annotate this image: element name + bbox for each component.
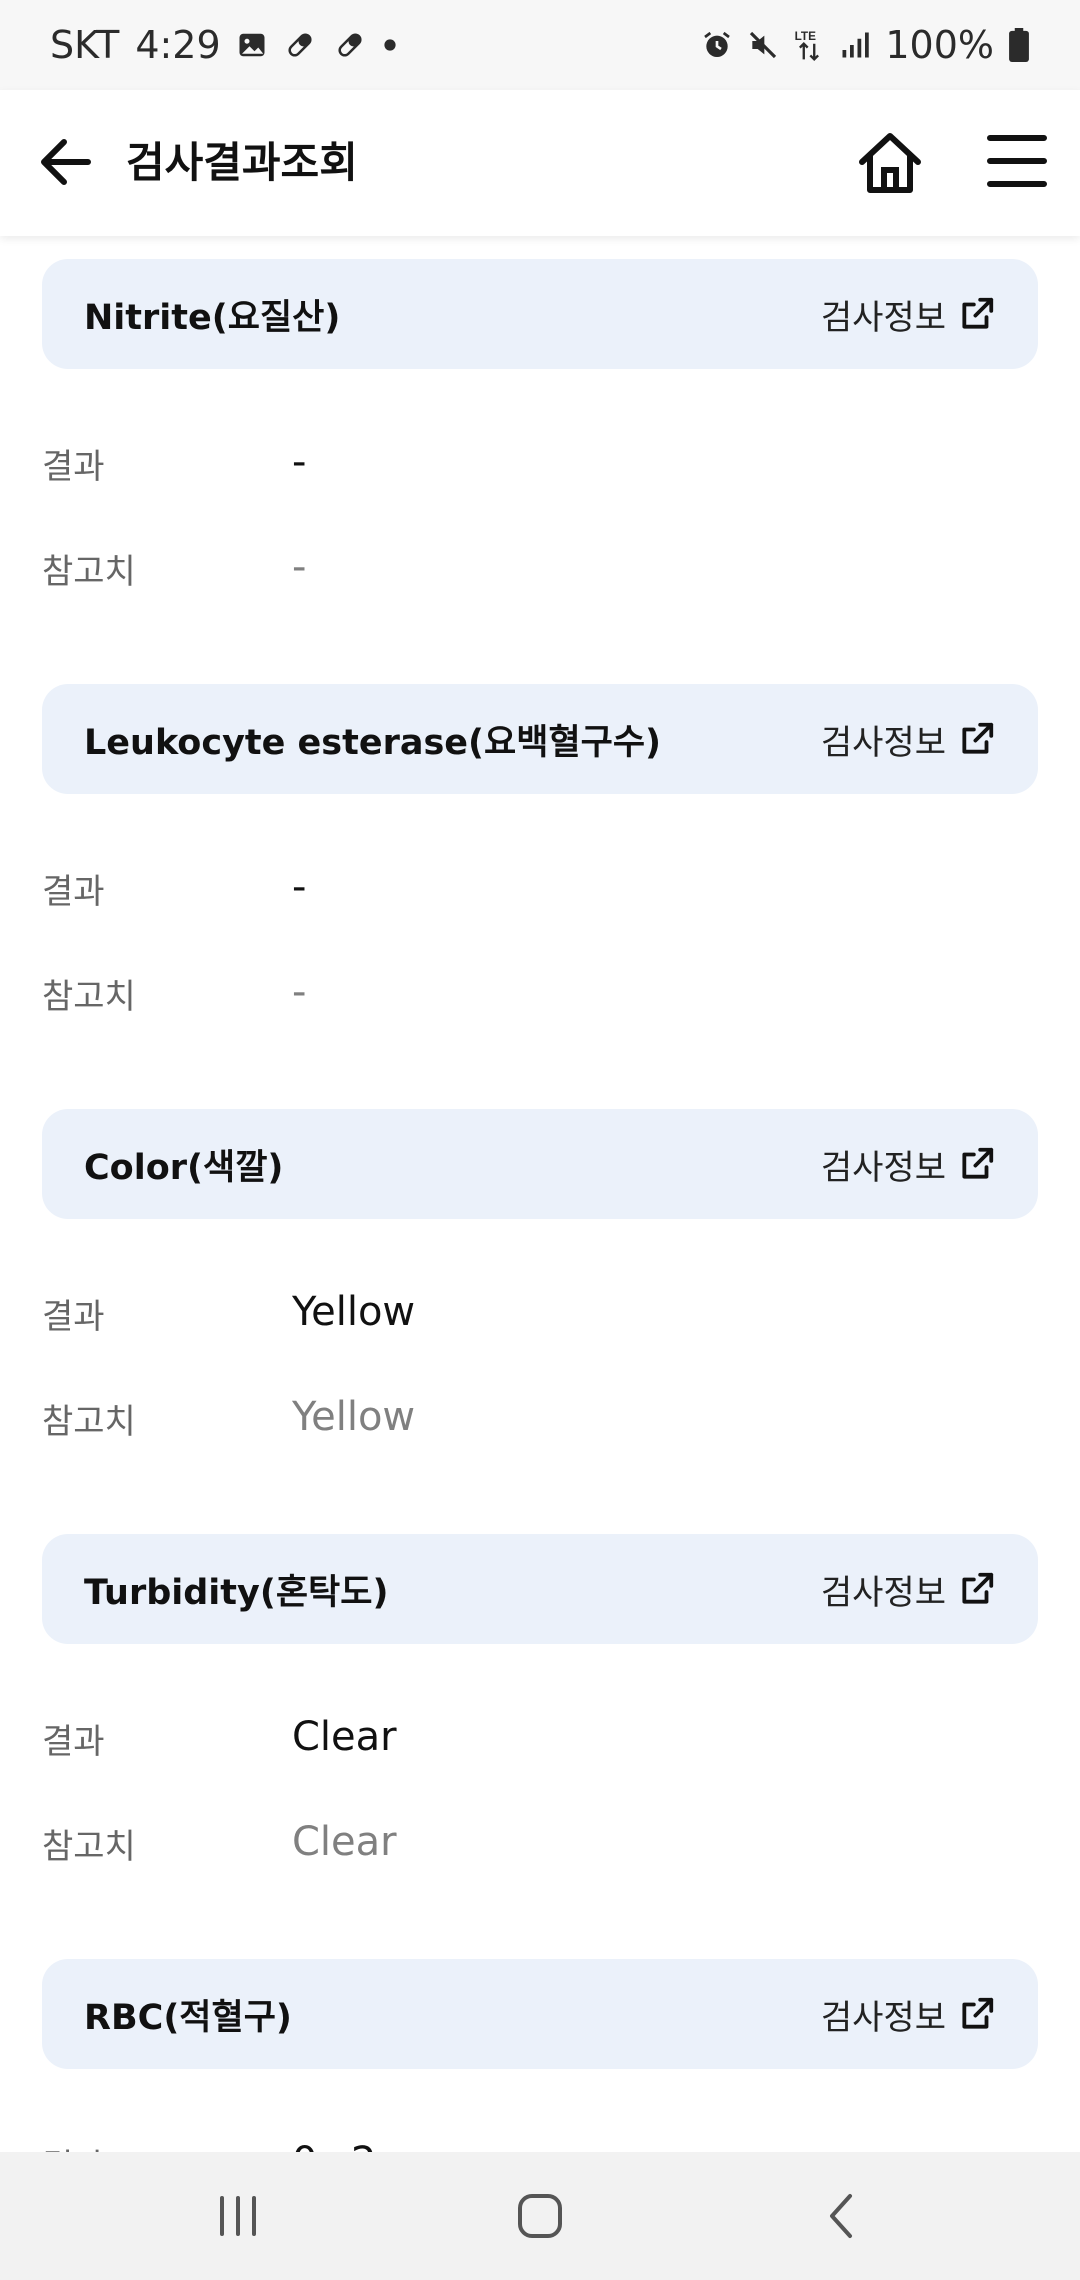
reference-row: 참고치 - [42, 969, 1038, 1029]
menu-button[interactable] [986, 128, 1048, 194]
test-info-label: 검사정보 [820, 1147, 946, 1188]
reference-value: - [292, 969, 307, 1015]
reference-label: 참고치 [42, 1402, 136, 1442]
test-card: Leukocyte esterase(요백혈구수) 검사정보 결과 - 참고치 … [0, 661, 1080, 1086]
test-info-link[interactable]: 검사정보 [821, 1990, 996, 2039]
home-icon [859, 133, 921, 193]
result-value: 0~2 [292, 2139, 376, 2152]
result-value: Yellow [292, 1289, 416, 1335]
page-title: 검사결과조회 [126, 138, 358, 187]
test-info-link[interactable]: 검사정보 [821, 1140, 996, 1189]
reference-row: 참고치 - [42, 544, 1038, 604]
signal-icon [839, 30, 871, 60]
test-name: RBC(적혈구) [84, 1997, 292, 2038]
reference-label: 참고치 [42, 1827, 136, 1867]
result-row: 결과 0~2 [42, 2139, 1038, 2152]
external-link-icon [962, 722, 994, 754]
test-name: Nitrite(요질산) [84, 297, 341, 338]
result-value: - [292, 439, 307, 485]
result-label: 결과 [42, 1722, 105, 1762]
test-info-label: 검사정보 [820, 1572, 946, 1613]
pill-icon [283, 30, 317, 60]
gallery-icon [237, 30, 267, 60]
external-link-icon [962, 1147, 994, 1179]
test-card: Nitrite(요질산) 검사정보 결과 - 참고치 - [0, 236, 1080, 661]
arrow-left-icon [41, 139, 91, 185]
test-info-link[interactable]: 검사정보 [821, 290, 996, 339]
test-info-label: 검사정보 [820, 297, 946, 338]
mute-icon [747, 29, 779, 61]
back-button-icon [830, 2194, 852, 2238]
svg-text:LTE: LTE [795, 30, 816, 43]
result-label: 결과 [42, 447, 105, 487]
result-label: 결과 [42, 1297, 105, 1337]
time-label: 4:29 [135, 23, 221, 67]
test-info-label: 검사정보 [820, 1997, 946, 2038]
test-card-header: Color(색깔) 검사정보 [42, 1109, 1038, 1219]
recent-apps-icon [220, 2196, 256, 2236]
test-info-label: 검사정보 [820, 722, 946, 763]
alarm-icon [701, 29, 733, 61]
lte-icon: LTE [793, 28, 825, 62]
system-home-button[interactable] [508, 2184, 572, 2248]
reference-row: 참고치 Yellow [42, 1394, 1038, 1454]
test-card-header: Nitrite(요질산) 검사정보 [42, 259, 1038, 369]
result-row: 결과 - [42, 439, 1038, 499]
test-info-link[interactable]: 검사정보 [821, 1565, 996, 1614]
external-link-icon [962, 297, 994, 329]
home-button[interactable] [854, 126, 926, 198]
system-back-button[interactable] [810, 2184, 874, 2248]
external-link-icon [962, 1997, 994, 2029]
reference-value: - [292, 544, 307, 590]
test-info-link[interactable]: 검사정보 [821, 715, 996, 764]
battery-icon [1008, 28, 1030, 62]
reference-value: Yellow [292, 1394, 416, 1440]
app-header: 검사결과조회 [0, 90, 1080, 236]
result-row: 결과 Yellow [42, 1289, 1038, 1349]
test-name: Color(색깔) [84, 1147, 284, 1188]
test-card-header: Turbidity(혼탁도) 검사정보 [42, 1534, 1038, 1644]
result-value: - [292, 864, 307, 910]
test-name: Turbidity(혼탁도) [84, 1572, 389, 1613]
test-card: Color(색깔) 검사정보 결과 Yellow 참고치 Yellow [0, 1086, 1080, 1511]
test-card-header: RBC(적혈구) 검사정보 [42, 1959, 1038, 2069]
result-label: 결과 [42, 2139, 105, 2152]
reference-row: 참고치 Clear [42, 1819, 1038, 1879]
test-card: Turbidity(혼탁도) 검사정보 결과 Clear 참고치 Clear [0, 1511, 1080, 1936]
dot-icon [383, 38, 397, 52]
system-nav-bar [0, 2152, 1080, 2280]
pill-icon [333, 30, 367, 60]
result-label: 결과 [42, 872, 105, 912]
home-button-icon [518, 2194, 562, 2238]
recent-apps-button[interactable] [206, 2184, 270, 2248]
test-results-list[interactable]: Nitrite(요질산) 검사정보 결과 - 참고치 - Leukocyte e… [0, 236, 1080, 2152]
test-card: RBC(적혈구) 검사정보 결과 0~2 [0, 1936, 1080, 2152]
status-bar: SKT 4:29 LTE 100% [0, 0, 1080, 90]
reference-label: 참고치 [42, 552, 136, 592]
hamburger-menu-icon [987, 135, 1047, 187]
result-row: 결과 Clear [42, 1714, 1038, 1774]
back-button[interactable] [34, 130, 98, 194]
result-value: Clear [292, 1714, 397, 1760]
reference-value: Clear [292, 1819, 397, 1865]
result-row: 결과 - [42, 864, 1038, 924]
carrier-label: SKT [50, 23, 120, 67]
battery-percent: 100% [885, 23, 994, 67]
external-link-icon [962, 1572, 994, 1604]
reference-label: 참고치 [42, 977, 136, 1017]
test-card-header: Leukocyte esterase(요백혈구수) 검사정보 [42, 684, 1038, 794]
test-name: Leukocyte esterase(요백혈구수) [84, 722, 662, 763]
